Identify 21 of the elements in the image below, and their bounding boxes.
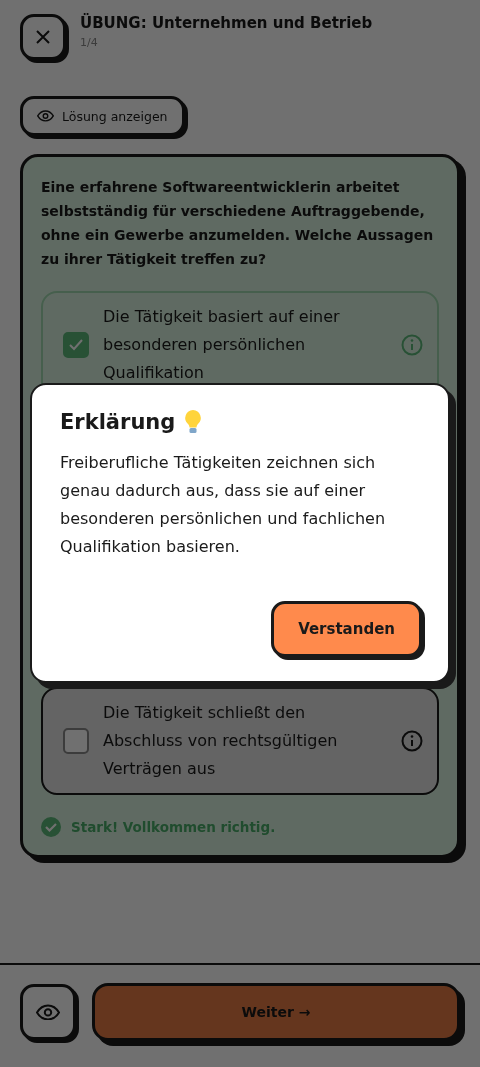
success-check-icon	[41, 817, 61, 837]
understood-button[interactable]: Verstanden	[271, 601, 422, 657]
eye-icon	[36, 1003, 60, 1021]
show-solution-button[interactable]: Lösung anzeigen	[20, 96, 185, 136]
light-bulb-icon	[183, 409, 204, 435]
dialog-text: Freiberufliche Tätigkeiten zeichnen sich genau dadurch aus, dass sie auf einer besonderen persönlichen und fachlichen Qualifikation basieren.	[60, 452, 386, 558]
checkbox[interactable]	[63, 728, 89, 754]
option-text: Die Tätigkeit schließt den Abschluss von rechtsgültigen Verträgen aus	[103, 702, 339, 780]
exercise-title: ÜBUNG: Unternehmen und Betrieb	[80, 13, 373, 32]
checkbox[interactable]	[63, 332, 89, 358]
close-button[interactable]	[20, 14, 66, 60]
option-text: Die Tätigkeit basiert auf einer besonderen persönlichen Qualifikation	[103, 306, 341, 384]
question-text: Eine erfahrene Softwareentwicklerin arbeitet selbstständig für verschiedene Auftraggebende, ohne ein Gewerbe anzumelden. Welche Aussagen zu ihrer Tätigkeit treffen zu?	[41, 178, 435, 269]
close-icon	[36, 30, 50, 44]
info-icon[interactable]	[401, 730, 423, 752]
answer-option[interactable]: Die Tätigkeit schließt den Abschluss von rechtsgültigen Verträgen aus	[41, 687, 439, 795]
feedback-text: Stark! Vollkommen richtig.	[71, 819, 276, 835]
dialog-title: Erklärung	[60, 410, 176, 434]
eye-icon	[37, 110, 54, 122]
show-solution-button[interactable]	[20, 984, 76, 1040]
check-icon	[69, 339, 83, 351]
